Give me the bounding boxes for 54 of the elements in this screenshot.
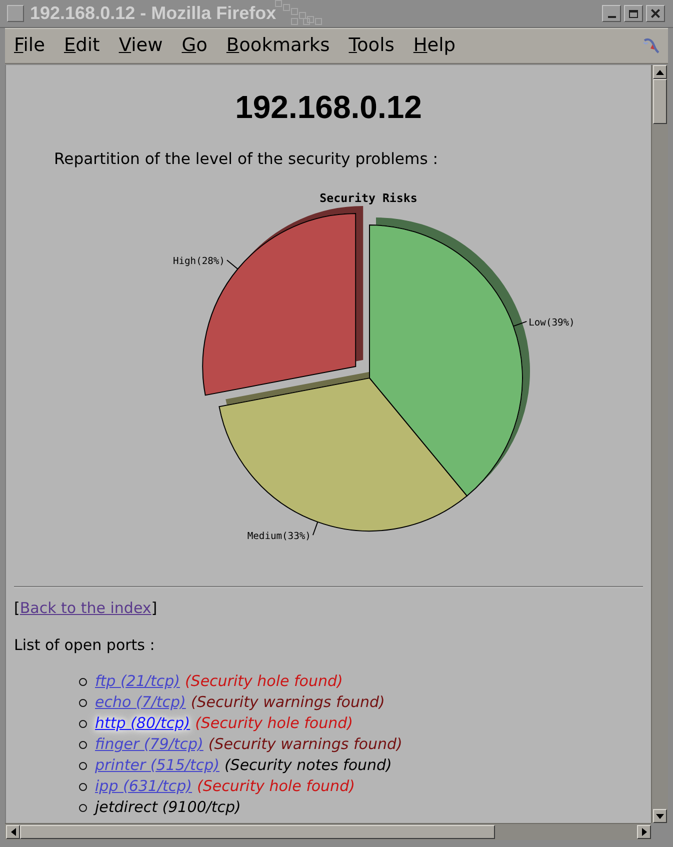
minimize-button[interactable]	[602, 5, 621, 22]
maximize-icon	[629, 10, 638, 18]
slice-label: Low(39%)	[528, 316, 574, 328]
close-icon	[651, 9, 660, 18]
status-text: (Security hole found)	[195, 713, 353, 734]
scroll-up-button[interactable]	[653, 65, 667, 79]
vertical-scrollbar[interactable]	[651, 65, 668, 823]
bullet-icon	[79, 678, 87, 686]
window-title: 192.168.0.12 - Mozilla Firefox	[30, 3, 276, 24]
menu-item[interactable]: Tools	[339, 34, 404, 58]
bullet-icon	[79, 782, 87, 790]
back-line: [Back to the index]	[14, 599, 158, 617]
leader-line	[512, 320, 527, 327]
menu-item[interactable]: View	[109, 34, 172, 58]
scroll-down-button[interactable]	[653, 809, 667, 823]
menu-item[interactable]: Bookmarks	[216, 34, 340, 58]
menu-item[interactable]: File	[5, 34, 54, 58]
leader-line	[312, 521, 318, 536]
scroll-right-button[interactable]	[637, 825, 651, 839]
bullet-icon	[79, 720, 87, 728]
status-text: (Security notes found)	[224, 755, 392, 776]
status-text: (Security hole found)	[184, 671, 343, 692]
intro-text: Repartition of the level of the security problems :	[53, 150, 440, 168]
menu-item[interactable]: Go	[172, 34, 217, 58]
maximize-button[interactable]	[624, 5, 643, 22]
scrollbar-thumb[interactable]	[653, 79, 667, 124]
minimize-icon	[608, 16, 616, 18]
port-name: jetdirect (9100/tcp)	[95, 797, 241, 818]
page-heading: 192.168.0.12	[234, 88, 423, 127]
slice-label: High(28%)	[172, 256, 224, 267]
chart-title: Security Risks	[319, 191, 417, 205]
bullet-icon	[79, 740, 87, 748]
horizontal-scrollbar[interactable]	[5, 823, 651, 840]
down-triangle-icon	[656, 814, 664, 818]
left-triangle-icon	[10, 828, 16, 836]
bullet-icon	[79, 804, 87, 812]
right-triangle-icon	[642, 828, 646, 836]
scrollbar-thumb[interactable]	[20, 825, 495, 839]
up-triangle-icon	[656, 70, 664, 74]
status-text: (Security warnings found)	[190, 692, 385, 713]
bullet-icon	[79, 698, 87, 706]
status-text: (Security warnings found)	[208, 734, 402, 755]
window-icon[interactable]	[7, 5, 24, 22]
port-link[interactable]: http (80/tcp)	[95, 713, 190, 734]
ports-heading: List of open ports :	[14, 636, 156, 654]
leader-line	[226, 260, 238, 270]
scroll-left-button[interactable]	[6, 825, 20, 839]
status-text: (Security hole found)	[197, 776, 355, 797]
slice-label: Medium(33%)	[246, 530, 310, 542]
menu-item[interactable]: Help	[404, 34, 466, 58]
menu-item[interactable]: Edit	[54, 34, 110, 58]
close-button[interactable]	[646, 5, 665, 22]
bullet-icon	[79, 762, 87, 770]
back-link[interactable]: Back to the index	[20, 599, 152, 617]
